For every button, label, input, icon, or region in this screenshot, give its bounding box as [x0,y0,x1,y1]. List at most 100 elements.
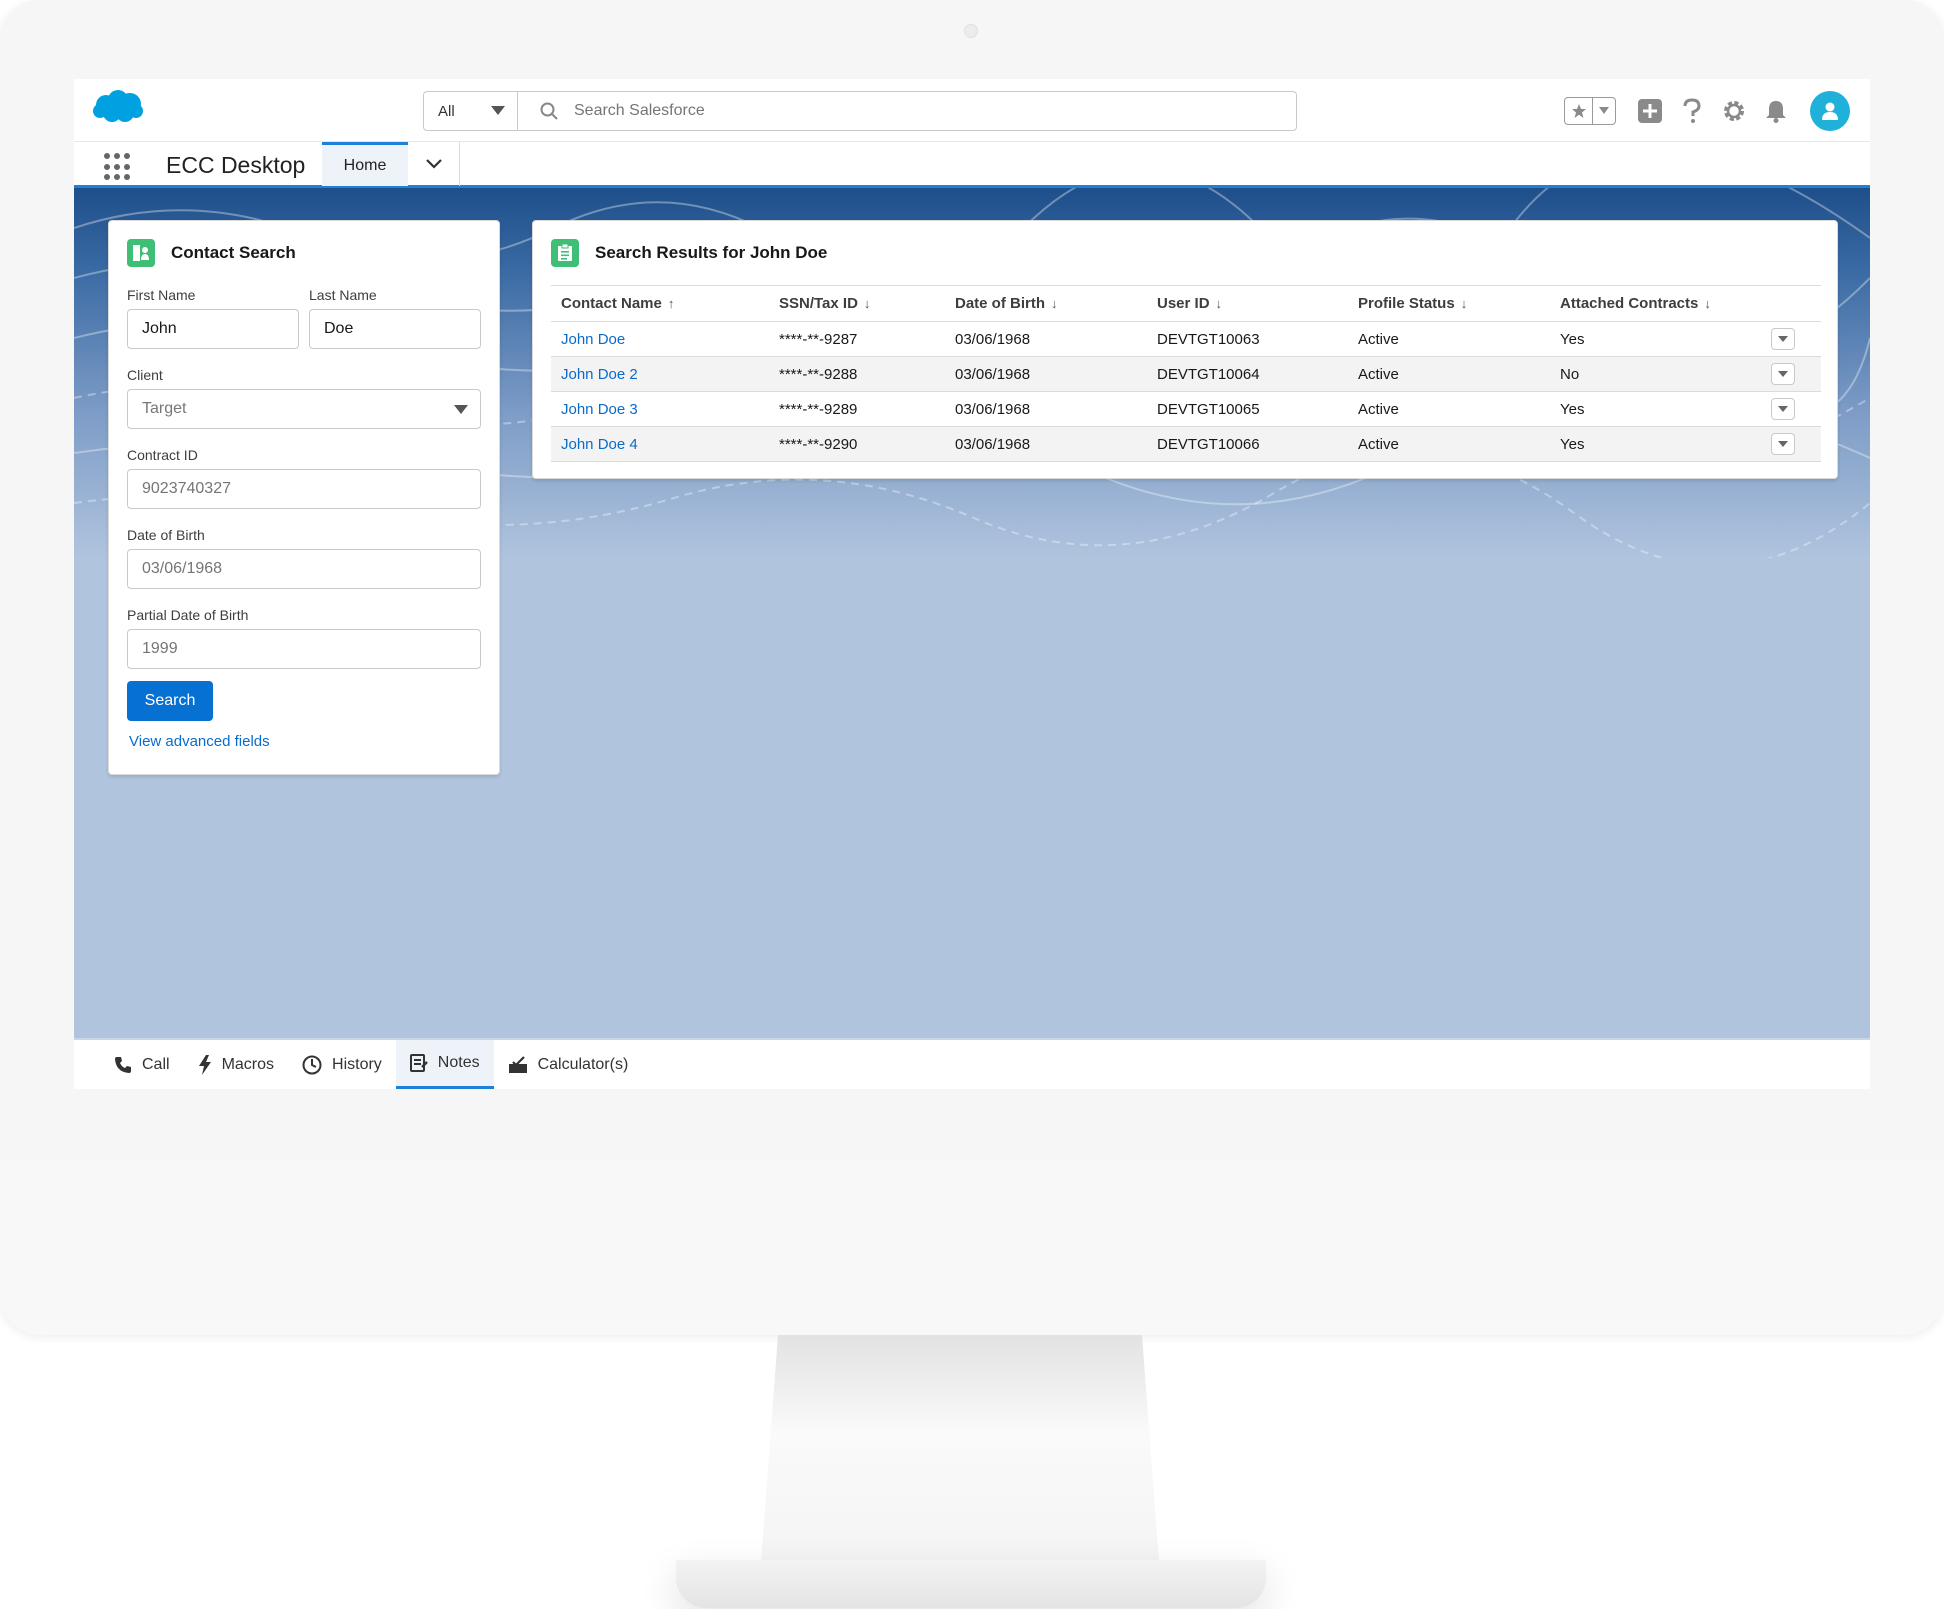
row-action-menu-button[interactable] [1771,328,1795,350]
contact-search-card: Contact Search First Name Last Name Clie… [108,220,500,775]
column-header-attached-contracts[interactable]: Attached Contracts ↓ [1550,285,1761,322]
chevron-down-icon [491,106,505,115]
chevron-down-icon [1593,107,1615,115]
contact-link[interactable]: John Doe [561,331,625,348]
cell-ssn: ****-**-9289 [769,391,945,427]
chevron-down-icon [1778,441,1788,447]
cell-contact-name[interactable]: John Doe 3 [551,391,769,427]
row-action-menu-button[interactable] [1771,363,1795,385]
cell-profile-status: Active [1348,321,1550,357]
contact-link[interactable]: John Doe 3 [561,401,638,418]
cell-attached-contracts: Yes [1550,391,1761,427]
client-label: Client [127,367,163,383]
cell-attached-contracts: No [1550,356,1761,392]
search-input[interactable] [574,102,1074,120]
contract-id-field[interactable] [127,469,481,509]
cell-contact-name[interactable]: John Doe [551,321,769,357]
utility-item-calculator[interactable]: Calculator(s) [494,1040,643,1089]
search-scope-dropdown[interactable]: All [424,92,518,130]
column-header-dob[interactable]: Date of Birth ↓ [945,285,1147,322]
partial-dob-field[interactable] [127,629,481,669]
contact-search-title: Contact Search [171,243,296,262]
dob-label: Date of Birth [127,527,205,543]
contact-link[interactable]: John Doe 2 [561,366,638,383]
app-launcher-icon[interactable] [104,153,132,181]
global-actions-button[interactable] [1636,97,1664,125]
utility-item-history[interactable]: History [288,1040,396,1089]
notifications-button[interactable] [1762,97,1790,125]
table-row: John Doe 3 ****-**-9289 03/06/1968 DEVTG… [551,391,1821,427]
help-button[interactable] [1678,97,1706,125]
contact-link[interactable]: John Doe 4 [561,436,638,453]
utility-bar: Call Macros History Notes Calculator(s) [74,1038,1870,1089]
app-nav-bar: ECC Desktop Home [74,141,1870,188]
cell-attached-contracts: Yes [1550,321,1761,357]
setup-button[interactable] [1720,97,1748,125]
utility-label-call: Call [142,1055,170,1073]
first-name-label: First Name [127,287,196,303]
table-row: John Doe 2 ****-**-9288 03/06/1968 DEVTG… [551,356,1821,392]
first-name-field[interactable] [127,309,299,349]
cell-profile-status: Active [1348,356,1550,392]
cell-contact-name[interactable]: John Doe 4 [551,426,769,462]
chevron-down-icon [425,159,442,169]
search-scope-label: All [438,102,455,120]
row-action-menu-button[interactable] [1771,398,1795,420]
client-select[interactable]: Target [127,389,481,429]
cell-contact-name[interactable]: John Doe 2 [551,356,769,392]
cell-user-id: DEVTGT10063 [1147,321,1348,357]
cell-actions [1761,426,1821,462]
sort-arrow-icon: ↓ [1460,296,1468,311]
chevron-down-icon [1778,336,1788,342]
favorites-button[interactable] [1564,97,1616,125]
search-results-title: Search Results for John Doe [595,243,828,262]
nav-menu-button[interactable] [408,142,460,186]
cell-dob: 03/06/1968 [945,321,1147,357]
row-action-menu-button[interactable] [1771,433,1795,455]
utility-item-macros[interactable]: Macros [184,1040,288,1089]
utility-label-calculator: Calculator(s) [537,1055,629,1073]
contract-id-label: Contract ID [127,447,198,463]
calculator-icon [508,1055,527,1073]
sort-arrow-icon: ↑ [667,296,675,311]
cell-attached-contracts: Yes [1550,426,1761,462]
help-icon [1683,98,1701,123]
column-header-user-id[interactable]: User ID ↓ [1147,285,1348,322]
column-header-contact-name[interactable]: Contact Name ↑ [551,285,769,322]
table-row: John Doe ****-**-9287 03/06/1968 DEVTGT1… [551,321,1821,357]
view-advanced-fields-link[interactable]: View advanced fields [129,733,270,750]
monitor-chin [0,1160,1944,1335]
search-button[interactable]: Search [127,681,213,721]
last-name-label: Last Name [309,287,377,303]
sort-arrow-icon: ↓ [1215,296,1223,311]
cell-profile-status: Active [1348,391,1550,427]
table-row: John Doe 4 ****-**-9290 03/06/1968 DEVTG… [551,426,1821,462]
lightning-icon [198,1054,211,1075]
sort-arrow-icon: ↓ [1051,296,1058,311]
cell-user-id: DEVTGT10064 [1147,356,1348,392]
utility-item-call[interactable]: Call [100,1040,184,1089]
column-header-ssn[interactable]: SSN/Tax ID ↓ [769,285,945,322]
dob-field[interactable] [127,549,481,589]
salesforce-logo-icon[interactable] [92,89,144,125]
utility-label-macros: Macros [221,1055,275,1073]
last-name-field[interactable] [309,309,481,349]
chevron-down-icon [454,405,468,414]
user-icon [1822,102,1838,120]
screen: All Search Salesforce ECC Desktop Home C… [74,79,1870,1089]
results-table: Contact Name ↑ SSN/Tax ID ↓ Date of Birth ↓… [551,285,1821,462]
user-avatar[interactable] [1810,91,1850,131]
cell-actions [1761,321,1821,357]
sort-arrow-icon: ↓ [1704,296,1711,311]
client-select-value: Target [142,400,187,417]
contact-search-header: Contact Search [127,239,296,267]
cell-dob: 03/06/1968 [945,356,1147,392]
utility-item-notes[interactable]: Notes [395,1040,494,1089]
cell-ssn: ****-**-9287 [769,321,945,357]
column-header-profile-status[interactable]: Profile Status ↓ [1348,285,1550,322]
notes-icon [409,1054,428,1072]
contact-icon [127,239,155,267]
tab-home[interactable]: Home [322,142,408,186]
chevron-down-icon [1778,371,1788,377]
cell-dob: 03/06/1968 [945,426,1147,462]
